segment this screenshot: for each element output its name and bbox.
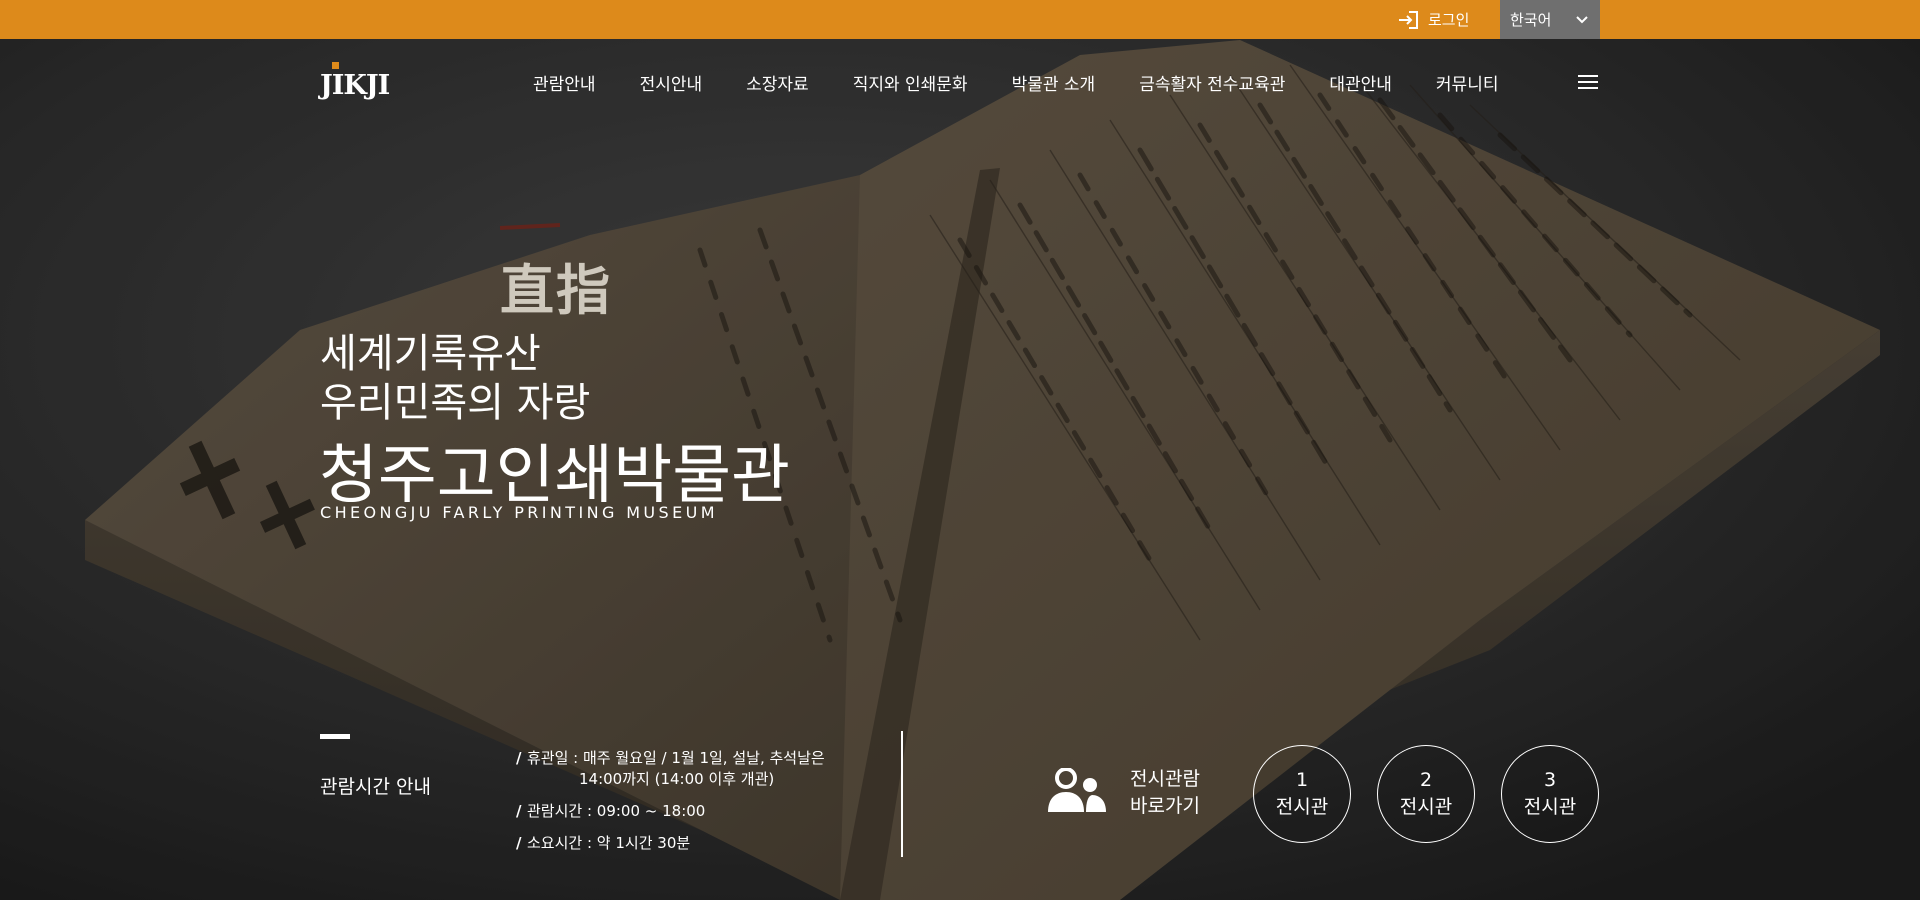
go-exhibition-line2: 바로가기 <box>1130 795 1200 817</box>
hero-background-image <box>0 0 1920 900</box>
hero-subtitle: CHEONGJU FARLY PRINTING MUSEUM <box>320 503 718 522</box>
logo-mark <box>332 62 339 69</box>
hall-1-label: 전시관 <box>1275 796 1329 818</box>
site-logo[interactable]: JIKJI <box>320 62 392 106</box>
top-utility-bar: 로그인 한국어 <box>0 0 1920 39</box>
go-exhibition-link[interactable]: 전시관람 바로가기 <box>1044 766 1200 820</box>
hall-3-number: 3 <box>1543 769 1557 791</box>
divider <box>901 731 903 857</box>
nav-item-collection[interactable]: 소장자료 <box>746 70 809 95</box>
info-duration: 소요시간 : 약 1시간 30분 <box>516 833 825 854</box>
section-dash <box>320 734 350 739</box>
info-closed-days-line2: 14:00까지 (14:00 이후 개관) <box>579 770 775 788</box>
hamburger-icon[interactable] <box>1578 74 1598 90</box>
nav-item-community[interactable]: 커뮤니티 <box>1436 70 1499 95</box>
hall-1-number: 1 <box>1295 769 1309 791</box>
info-hours-text: 관람시간 : 09:00 ~ 18:00 <box>527 802 706 820</box>
language-select[interactable]: 한국어 <box>1500 0 1600 39</box>
info-closed-days-line1: 휴관일 : 매주 월요일 / 1월 1일, 설날, 추석날은 <box>527 749 825 767</box>
hero-hanja-calligraphy: 直指 <box>500 258 612 322</box>
info-hours: 관람시간 : 09:00 ~ 18:00 <box>516 801 825 822</box>
language-value: 한국어 <box>1510 11 1552 29</box>
hall-2-label: 전시관 <box>1399 796 1453 818</box>
hero-line-2: 우리민족의 자랑 <box>320 380 591 426</box>
go-exhibition-line1: 전시관람 <box>1130 768 1200 790</box>
hall-1-button[interactable]: 1 전시관 <box>1253 745 1351 843</box>
nav-item-jikji-printing-culture[interactable]: 직지와 인쇄문화 <box>853 70 968 95</box>
nav-item-rental-guide[interactable]: 대관안내 <box>1329 70 1392 95</box>
logo-text: JIKJI <box>320 70 390 101</box>
hours-title: 관람시간 안내 <box>320 776 431 798</box>
login-link[interactable]: 로그인 <box>1398 0 1469 39</box>
hall-3-label: 전시관 <box>1523 796 1577 818</box>
hours-info-list: 휴관일 : 매주 월요일 / 1월 1일, 설날, 추석날은 14:00까지 (… <box>516 748 825 865</box>
info-closed-days: 휴관일 : 매주 월요일 / 1월 1일, 설날, 추석날은 14:00까지 (… <box>516 748 825 790</box>
nav-item-metal-type-center[interactable]: 금속활자 전수교육관 <box>1139 70 1285 95</box>
nav-item-exhibition-guide[interactable]: 전시안내 <box>640 70 703 95</box>
hall-3-button[interactable]: 3 전시관 <box>1501 745 1599 843</box>
hall-2-button[interactable]: 2 전시관 <box>1377 745 1475 843</box>
go-exhibition-text: 전시관람 바로가기 <box>1130 766 1200 820</box>
nav-item-museum-intro[interactable]: 박물관 소개 <box>1012 70 1096 95</box>
hall-2-number: 2 <box>1419 769 1433 791</box>
info-duration-text: 소요시간 : 약 1시간 30분 <box>527 834 691 852</box>
login-icon <box>1398 10 1420 30</box>
nav-item-visit-guide[interactable]: 관람안내 <box>533 70 596 95</box>
main-nav: 관람안내 전시안내 소장자료 직지와 인쇄문화 박물관 소개 금속활자 전수교육… <box>533 62 1498 102</box>
chevron-down-icon <box>1576 15 1588 24</box>
visitors-icon <box>1044 767 1108 818</box>
login-label: 로그인 <box>1428 11 1470 29</box>
